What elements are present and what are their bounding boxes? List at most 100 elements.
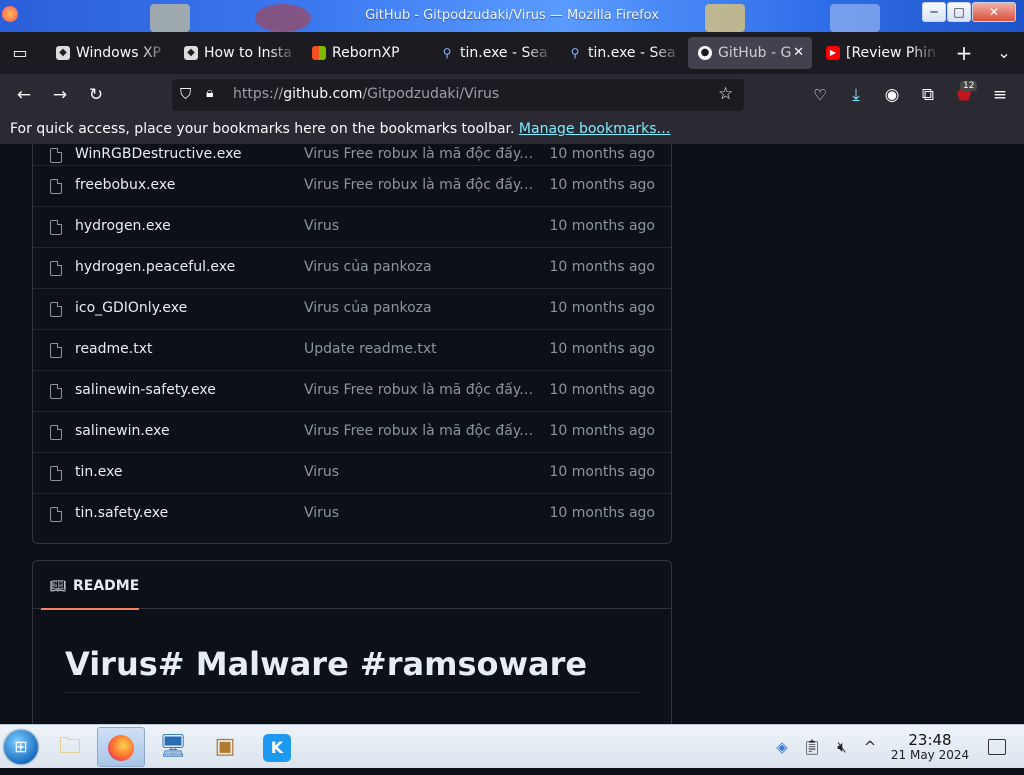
hamburger-menu-icon[interactable]: ≡ [986,81,1014,109]
extensions-puzzle-icon[interactable]: ⧉ [914,81,942,109]
file-name-link[interactable]: readme.txt [75,341,153,357]
file-manager-taskbar-icon[interactable]: 🗀︎ [46,727,94,767]
lock-icon[interactable]: 🔒︎ [206,85,213,101]
file-name-link[interactable]: tin.exe [75,464,123,480]
file-name-link[interactable]: salinewin.exe [75,423,170,439]
table-row[interactable]: tin.safety.exe Virus 10 months ago [33,493,671,534]
commit-message-link[interactable]: Virus của pankoza [304,300,534,316]
table-row[interactable]: readme.txt Update readme.txt 10 months a… [33,329,671,370]
tab-bar: ▭ ◆ Windows XP ◆ How to Insta RebornXP ⚲… [0,32,1024,74]
commit-age: 10 months ago [549,218,655,234]
commit-age: 10 months ago [549,259,655,275]
remote-desktop-taskbar-icon[interactable]: 🖥︎ [149,727,197,767]
commit-message-link[interactable]: Virus Free robux là mã độc đấy.Đừng tải … [304,382,534,398]
commit-message-link[interactable]: Update readme.txt [304,341,534,357]
commit-age: 10 months ago [549,464,655,480]
file-icon [50,261,62,276]
pocket-icon[interactable]: ♡ [806,81,834,109]
readme-tab[interactable]: 📖︎ README [41,561,139,610]
commit-message-link[interactable]: Virus của pankoza [304,259,534,275]
commit-age: 10 months ago [549,146,655,162]
commit-message-link[interactable]: Virus [304,218,534,234]
tray-expand-chevron-icon[interactable]: ^ [860,737,880,757]
firefox-view-icon[interactable]: ▭ [6,39,34,67]
window-title: GitHub - Gitpodzudaki/Virus — Mozilla Fi… [365,8,659,23]
tab-how-to-install[interactable]: ◆ How to Insta [174,37,298,69]
new-tab-plus-icon[interactable]: + [950,39,978,67]
archive-taskbar-icon[interactable]: ▣ [201,727,249,767]
account-icon[interactable]: ◉ [878,81,906,109]
file-list: WinRGBDestructive.exe Virus Free robux l… [32,144,672,544]
roblox-icon: ◆ [56,46,70,60]
downloads-icon[interactable]: ⤓ [842,81,870,109]
file-name-link[interactable]: hydrogen.peaceful.exe [75,259,235,275]
clock-time[interactable]: 23:48 [890,731,970,749]
tab-rebornxp[interactable]: RebornXP [302,37,426,69]
clipboard-icon[interactable]: 📋︎ [802,737,822,757]
tray-app-icon[interactable]: ◈ [772,737,792,757]
manage-bookmarks-link[interactable]: Manage bookmarks… [519,121,671,137]
url-text[interactable]: https://github.com/Gitpodzudaki/Virus [233,86,499,102]
window-maximize-button[interactable]: □ [947,2,971,22]
tab-github[interactable]: ● GitHub - G ✕ [688,37,812,69]
tracking-shield-icon[interactable]: ⛉ [180,85,191,103]
table-row[interactable]: hydrogen.exe Virus 10 months ago [33,206,671,247]
show-desktop-icon[interactable] [988,739,1006,755]
tab-tin-search-1[interactable]: ⚲ tin.exe - Sea [430,37,554,69]
file-icon [50,302,62,317]
list-tabs-chevron-icon[interactable]: ⌄ [990,39,1018,67]
start-button[interactable]: ⊞ [4,730,38,764]
page-content[interactable]: WinRGBDestructive.exe Virus Free robux l… [0,144,1024,724]
file-icon [50,384,62,399]
roblox-icon: ◆ [184,46,198,60]
commit-message-link[interactable]: Virus Free robux là mã độc đấy.Đừng tải … [304,146,534,162]
kde-icon: K [263,734,291,762]
table-row[interactable]: ico_GDIOnly.exe Virus của pankoza 10 mon… [33,288,671,329]
table-row[interactable]: salinewin.exe Virus Free robux là mã độc… [33,411,671,452]
github-icon: ● [698,46,712,60]
commit-message-link[interactable]: Virus Free robux là mã độc đấy.Đừng tải … [304,177,534,193]
file-name-link[interactable]: tin.safety.exe [75,505,168,521]
book-icon: 📖︎ [50,579,67,594]
table-row[interactable]: salinewin-safety.exe Virus Free robux là… [33,370,671,411]
file-name-link[interactable]: WinRGBDestructive.exe [75,146,242,162]
table-row[interactable]: freebobux.exe Virus Free robux là mã độc… [33,165,671,206]
file-icon [50,220,62,235]
commit-age: 10 months ago [549,382,655,398]
window-close-button[interactable]: ✕ [972,2,1016,22]
readme-heading: Virus# Malware #ramsoware [65,645,588,683]
reload-icon[interactable]: ↻ [82,81,110,109]
file-icon [50,148,62,163]
file-name-link[interactable]: hydrogen.exe [75,218,171,234]
tab-review-phim[interactable]: ▶ [Review Phin [816,37,940,69]
navigation-toolbar: ← → ↻ ⛉ 🔒︎ https://github.com/Gitpodzuda… [0,74,1024,116]
commit-message-link[interactable]: Virus [304,505,534,521]
tab-close-icon[interactable]: ✕ [793,37,804,69]
forward-arrow-icon[interactable]: → [46,81,74,109]
firefox-taskbar-icon[interactable] [97,727,145,767]
kde-taskbar-icon[interactable]: K [253,727,301,767]
file-name-link[interactable]: freebobux.exe [75,177,175,193]
file-icon [50,507,62,522]
clock-date[interactable]: 21 May 2024 [886,748,974,762]
commit-message-link[interactable]: Virus Free robux là mã độc đấy.Đừng tải … [304,423,534,439]
window-titlebar[interactable]: GitHub - Gitpodzudaki/Virus — Mozilla Fi… [0,0,1024,32]
taskbar: ⊞ 🗀︎ 🖥︎ ▣ K ◈ 📋︎ 🔇︎ ^ 23:48 21 May 2024 [0,724,1024,768]
tab-label: RebornXP [332,45,400,61]
tab-tin-search-2[interactable]: ⚲ tin.exe - Sea [558,37,682,69]
readme-panel: 📖︎ README Virus# Malware #ramsoware [32,560,672,724]
volume-muted-icon[interactable]: 🔇︎ [832,737,852,757]
window-minimize-button[interactable]: ─ [922,2,946,22]
commit-age: 10 months ago [549,300,655,316]
bookmark-star-icon[interactable]: ☆ [718,84,733,104]
back-arrow-icon[interactable]: ← [10,81,38,109]
file-name-link[interactable]: ico_GDIOnly.exe [75,300,187,316]
url-bar[interactable]: ⛉ 🔒︎ https://github.com/Gitpodzudaki/Vir… [172,79,744,111]
tab-windows-xp[interactable]: ◆ Windows XP [46,37,170,69]
commit-message-link[interactable]: Virus [304,464,534,480]
table-row[interactable]: tin.exe Virus 10 months ago [33,452,671,493]
file-icon [50,343,62,358]
bookmarks-hint-text: For quick access, place your bookmarks h… [10,121,515,137]
table-row[interactable]: hydrogen.peaceful.exe Virus của pankoza … [33,247,671,288]
file-name-link[interactable]: salinewin-safety.exe [75,382,216,398]
